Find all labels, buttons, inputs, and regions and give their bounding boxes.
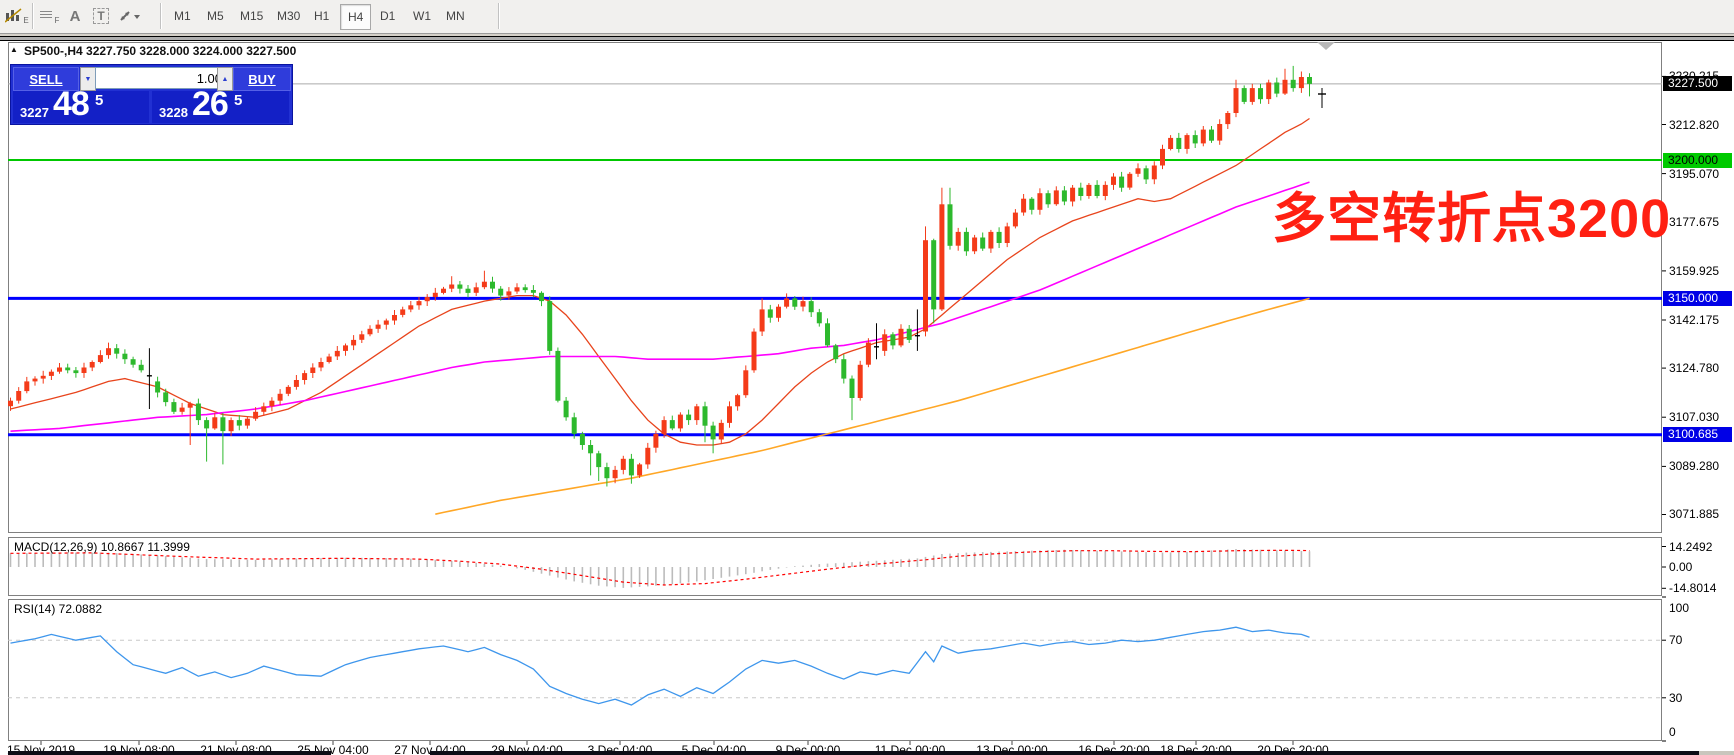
- price-tick-label: 3089.280: [1669, 459, 1719, 473]
- price-tick-label: 3195.070: [1669, 167, 1719, 181]
- price-level-label: 3227.500: [1663, 76, 1732, 91]
- price-tick-label: 3142.175: [1669, 313, 1719, 327]
- macd-tick-label: -14.8014: [1669, 581, 1716, 595]
- buy-price-box[interactable]: 3228 26 5: [152, 91, 289, 123]
- sell-price-big: 48: [53, 85, 89, 124]
- macd-tick-label: 14.2492: [1669, 540, 1712, 554]
- rsi-tick-label: 70: [1669, 633, 1682, 647]
- mt4-terminal: EFATM1M5M15M30H1H4D1W1MN ▲ SP500-,H4 322…: [0, 0, 1734, 755]
- buy-price-sup: 5: [234, 92, 242, 109]
- price-tick-label: 3107.030: [1669, 410, 1719, 424]
- price-level-label: 3100.685: [1663, 427, 1732, 442]
- dock-window-edge: [8, 751, 331, 755]
- macd-label: MACD(12,26,9) 10.8667 11.3999: [14, 540, 190, 554]
- rsi-tick-label: 0: [1669, 725, 1676, 739]
- rsi-tick-label: 100: [1669, 601, 1689, 615]
- dock-window-edge: [1699, 751, 1734, 755]
- dock-window-edge: [430, 751, 1699, 755]
- rsi-label: RSI(14) 72.0882: [14, 602, 102, 616]
- one-click-trade-panel: SELL ▼ ▲ BUY 3227 48 5 3228 26 5: [10, 64, 293, 125]
- rsi-tick-label: 30: [1669, 691, 1682, 705]
- price-tick-label: 3159.925: [1669, 264, 1719, 278]
- buy-price-big: 26: [192, 85, 228, 124]
- price-tick-label: 3177.675: [1669, 215, 1719, 229]
- price-tick-label: 3124.780: [1669, 361, 1719, 375]
- macd-tick-label: 0.00: [1669, 560, 1692, 574]
- one-click-toggle-icon[interactable]: ▲: [10, 45, 18, 54]
- price-tick-label: 3071.885: [1669, 507, 1719, 521]
- buy-price-small: 3228: [159, 105, 188, 120]
- price-tick-label: 3212.820: [1669, 118, 1719, 132]
- sell-price-small: 3227: [20, 105, 49, 120]
- buy-button[interactable]: BUY: [233, 67, 291, 91]
- symbol-ohlc-header: SP500-,H4 3227.750 3228.000 3224.000 322…: [24, 44, 296, 58]
- sell-price-box[interactable]: 3227 48 5: [13, 91, 149, 123]
- chart-text-annotation: 多空转折点3200: [1272, 190, 1671, 249]
- price-level-label: 3150.000: [1663, 291, 1732, 306]
- price-level-label: 3200.000: [1663, 153, 1732, 168]
- sell-price-sup: 5: [95, 92, 103, 109]
